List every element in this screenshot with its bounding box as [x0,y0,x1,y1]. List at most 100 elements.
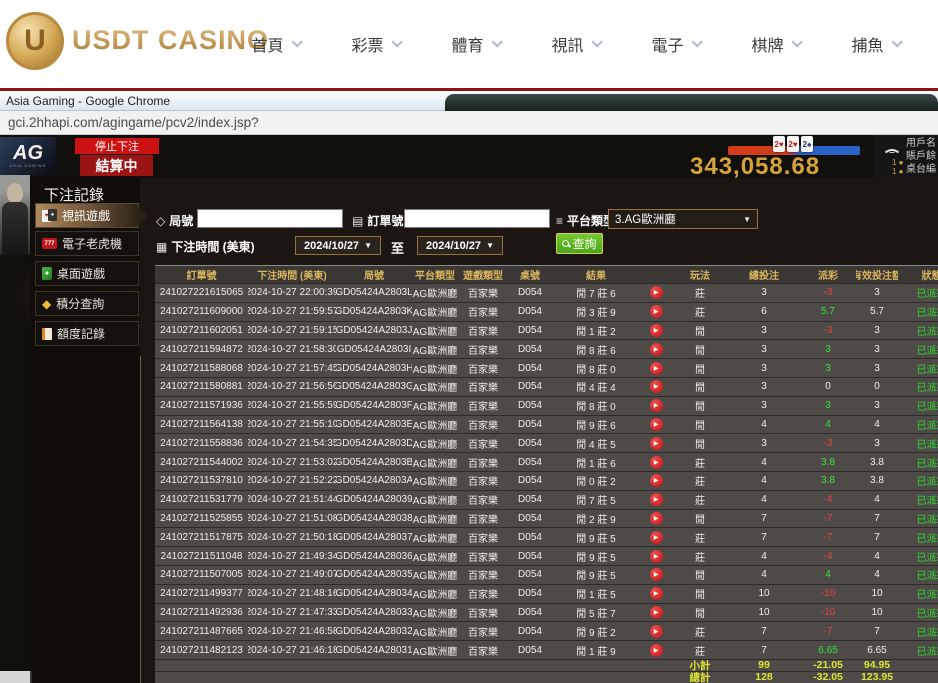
replay-play-button[interactable]: ▶ [650,286,663,299]
table-header-row: 訂單號下注時間 (美東)局號平台類型遊戲類型桌號結果玩法總投注派彩有效投注額狀態 [155,266,938,284]
sidebar-item-額度記錄[interactable]: 額度記錄 [35,321,139,346]
cell-order: 241027211564138 [155,416,248,434]
table-row: 2410272114876652024-10-27 21:46:58GD0542… [155,622,938,641]
replay-play-button[interactable]: ▶ [650,305,663,318]
replay-play-button[interactable]: ▶ [650,550,663,563]
date-from-select[interactable]: 2024/10/27▼ [295,236,381,255]
cell-valid-bet: 4 [856,566,898,584]
cell-play: 閒 [672,604,728,622]
cell-result: 閒 8 莊 6 [552,340,640,358]
replay-play-button[interactable]: ▶ [650,362,663,375]
tag-icon: ◇ [156,214,165,228]
cell-time: 2024-10-27 21:51:08 [248,510,336,528]
cell-status: 已派彩 [898,378,938,396]
replay-play-button[interactable]: ▶ [650,418,663,431]
cell-status: 已派彩 [898,472,938,490]
replay-play-button[interactable]: ▶ [650,644,663,657]
replay-play-button[interactable]: ▶ [650,625,663,638]
cell-game-type: 百家樂 [458,397,508,415]
nav-item-棋牌[interactable]: 棋牌 [751,32,798,56]
cell-result: 閒 9 莊 5 [552,528,640,546]
chevron-down-icon: ▼ [364,241,372,250]
sidebar-item-積分查詢[interactable]: ◆積分查詢 [35,291,139,316]
nav-item-捕魚[interactable]: 捕魚 [851,32,898,56]
video-games-icon: ♥♠ [42,209,57,223]
nav-item-彩票[interactable]: 彩票 [351,32,398,56]
nav-item-電子[interactable]: 電子 [651,32,698,56]
replay-play-button[interactable]: ▶ [650,568,663,581]
platform-type-select[interactable]: 3.AG歐洲廳 ▼ [608,209,758,229]
nav-item-體育[interactable]: 體育 [451,32,498,56]
date-to-select[interactable]: 2024/10/27▼ [417,236,503,255]
record-document-icon [42,328,52,340]
page-url: gci.2hhapi.com/agingame/pcv2/index.jsp? [8,115,259,130]
cell-replay: ▶ [640,491,672,509]
playing-card: 2♠ [801,136,813,152]
cell-empty [640,672,672,683]
cell-valid-bet: 3.8 [856,472,898,490]
sidebar-item-桌面遊戲[interactable]: ♠桌面遊戲 [35,261,139,286]
cell-bet: 6 [728,303,800,321]
nav-item-首頁[interactable]: 首頁 [251,32,298,56]
cell-round: GD05424A28033 [336,604,412,622]
cell-order: 241027211602051 [155,322,248,340]
replay-play-button[interactable]: ▶ [650,343,663,356]
cell-time: 2024-10-27 21:49:07 [248,566,336,584]
cell-payout: -3 [800,322,856,340]
sidebar-item-視訊遊戲[interactable]: ♥♠視訊遊戲 [35,203,139,228]
cell-valid-bet: 0 [856,378,898,396]
cell-round: GD05424A2803I [336,340,412,358]
cell-payout: 4 [800,566,856,584]
cell-table: D054 [508,378,552,396]
address-bar: gci.2hhapi.com/agingame/pcv2/index.jsp? [0,111,938,135]
order-number-label: ▤ 訂單號 [352,212,403,229]
replay-play-button[interactable]: ▶ [650,531,663,544]
cell-total-label: 小計 [672,660,728,671]
replay-play-button[interactable]: ▶ [650,606,663,619]
replay-play-button[interactable]: ▶ [650,380,663,393]
replay-play-button[interactable]: ▶ [650,456,663,469]
cell-order: 241027211507005 [155,566,248,584]
chevron-down-icon: ▼ [743,215,751,224]
cell-game-type: 百家樂 [458,472,508,490]
cell-replay: ▶ [640,622,672,640]
cell-play: 閒 [672,510,728,528]
replay-play-button[interactable]: ▶ [650,399,663,412]
cell-time: 2024-10-27 21:56:56 [248,378,336,396]
cell-table: D054 [508,566,552,584]
cell-platform: AG歐洲廳 [412,472,458,490]
cell-status: 已派彩 [898,491,938,509]
cell-payout: 4 [800,416,856,434]
replay-play-button[interactable]: ▶ [650,493,663,506]
nav-item-視訊[interactable]: 視訊 [551,32,598,56]
replay-play-button[interactable]: ▶ [650,512,663,525]
cell-table: D054 [508,322,552,340]
cell-round: GD05424A2803F [336,397,412,415]
cell-bet: 4 [728,491,800,509]
window-title: Asia Gaming - Google Chrome [6,94,170,108]
search-button[interactable]: 查詢 [556,233,603,254]
cell-empty [412,672,458,683]
replay-play-button[interactable]: ▶ [650,587,663,600]
replay-play-button[interactable]: ▶ [650,324,663,337]
cell-replay: ▶ [640,547,672,565]
background-page-corner [0,671,32,683]
cell-platform: AG歐洲廳 [412,528,458,546]
replay-play-button[interactable]: ▶ [650,437,663,450]
round-number-input[interactable] [197,209,343,228]
cell-status: 已派彩 [898,547,938,565]
table-row: 2410272115641382024-10-27 21:55:10GD0542… [155,416,938,435]
cell-valid-bet: 4 [856,491,898,509]
table-total-row: 總計128-32.05123.95 [155,672,938,683]
table-row: 2410272116020512024-10-27 21:59:15GD0542… [155,322,938,341]
cell-payout: 3 [800,397,856,415]
order-number-input[interactable] [404,209,550,228]
table-row: 2410272114821232024-10-27 21:46:18GD0542… [155,641,938,660]
replay-play-button[interactable]: ▶ [650,474,663,487]
cell-replay: ▶ [640,604,672,622]
sidebar-item-電子老虎機[interactable]: 777電子老虎機 [35,231,139,256]
main-nav: 首頁 彩票 體育 視訊 電子 棋牌 捕魚 [225,0,925,88]
cell-round: GD05424A2803G [336,378,412,396]
cell-platform: AG歐洲廳 [412,359,458,377]
cell-result: 閒 4 莊 5 [552,434,640,452]
